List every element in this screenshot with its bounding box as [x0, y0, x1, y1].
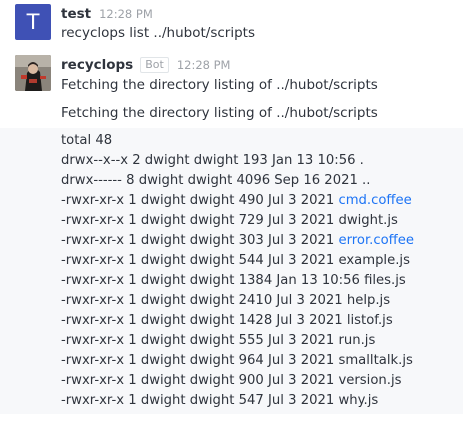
listing-text: -rwxr-xr-x 1 dwight dwight 555 Jul 3 202… — [61, 333, 376, 348]
timestamp: 12:28 PM — [99, 7, 153, 21]
listing-line: -rwxr-xr-x 1 dwight dwight 544 Jul 3 202… — [61, 251, 414, 271]
listing-text: drwx------ 8 dwight dwight 4096 Sep 16 2… — [61, 173, 371, 188]
listing-text: -rwxr-xr-x 1 dwight dwight 2410 Jul 3 20… — [61, 293, 391, 308]
listing-line: -rwxr-xr-x 1 dwight dwight 490 Jul 3 202… — [61, 191, 414, 211]
bot-badge: Bot — [140, 57, 169, 73]
listing-line: -rwxr-xr-x 1 dwight dwight 900 Jul 3 202… — [61, 371, 414, 391]
username[interactable]: recyclops — [61, 57, 133, 73]
listing-line: -rwxr-xr-x 1 dwight dwight 964 Jul 3 202… — [61, 351, 414, 371]
robot-costume-avatar-icon — [15, 55, 51, 91]
listing-line: -rwxr-xr-x 1 dwight dwight 1384 Jan 13 1… — [61, 271, 414, 291]
listing-line: -rwxr-xr-x 1 dwight dwight 2410 Jul 3 20… — [61, 291, 414, 311]
listing-text: drwx--x--x 2 dwight dwight 193 Jan 13 10… — [61, 153, 364, 168]
listing-text: -rwxr-xr-x 1 dwight dwight 544 Jul 3 202… — [61, 253, 410, 268]
avatar[interactable]: T — [15, 4, 51, 40]
directory-listing: total 48 drwx--x--x 2 dwight dwight 193 J… — [61, 131, 414, 411]
listing-line: total 48 — [61, 131, 414, 151]
listing-text: total 48 — [61, 133, 113, 148]
listing-text: -rwxr-xr-x 1 dwight dwight 547 Jul 3 202… — [61, 393, 379, 408]
timestamp: 12:28 PM — [176, 58, 231, 72]
message-body-continued: Fetching the directory listing of ../hub… — [61, 105, 378, 121]
listing-line: -rwxr-xr-x 1 dwight dwight 555 Jul 3 202… — [61, 331, 414, 351]
message-header: test 12:28 PM — [61, 4, 153, 24]
avatar[interactable] — [15, 55, 51, 91]
file-link[interactable]: error.coffee — [338, 233, 414, 248]
listing-text: -rwxr-xr-x 1 dwight dwight 490 Jul 3 202… — [61, 193, 339, 208]
file-link[interactable]: cmd.coffee — [338, 193, 411, 208]
listing-line: -rwxr-xr-x 1 dwight dwight 1428 Jul 3 20… — [61, 311, 414, 331]
username[interactable]: test — [61, 6, 91, 22]
listing-text: -rwxr-xr-x 1 dwight dwight 900 Jul 3 202… — [61, 373, 402, 388]
message-header: recyclops Bot 12:28 PM — [61, 55, 230, 75]
listing-line: drwx------ 8 dwight dwight 4096 Sep 16 2… — [61, 171, 414, 191]
message-body: Fetching the directory listing of ../hub… — [61, 77, 378, 93]
listing-text: -rwxr-xr-x 1 dwight dwight 1384 Jan 13 1… — [61, 273, 406, 288]
listing-text: -rwxr-xr-x 1 dwight dwight 303 Jul 3 202… — [61, 233, 339, 248]
listing-line: drwx--x--x 2 dwight dwight 193 Jan 13 10… — [61, 151, 414, 171]
listing-line: -rwxr-xr-x 1 dwight dwight 729 Jul 3 202… — [61, 211, 414, 231]
listing-line: -rwxr-xr-x 1 dwight dwight 547 Jul 3 202… — [61, 391, 414, 411]
listing-text: -rwxr-xr-x 1 dwight dwight 729 Jul 3 202… — [61, 213, 398, 228]
listing-line: -rwxr-xr-x 1 dwight dwight 303 Jul 3 202… — [61, 231, 414, 251]
listing-text: -rwxr-xr-x 1 dwight dwight 1428 Jul 3 20… — [61, 313, 393, 328]
listing-text: -rwxr-xr-x 1 dwight dwight 964 Jul 3 202… — [61, 353, 413, 368]
message-body: recyclops list ../hubot/scripts — [61, 25, 255, 41]
chat-message-list: T test 12:28 PM recyclops list ../hubot/… — [0, 0, 463, 421]
